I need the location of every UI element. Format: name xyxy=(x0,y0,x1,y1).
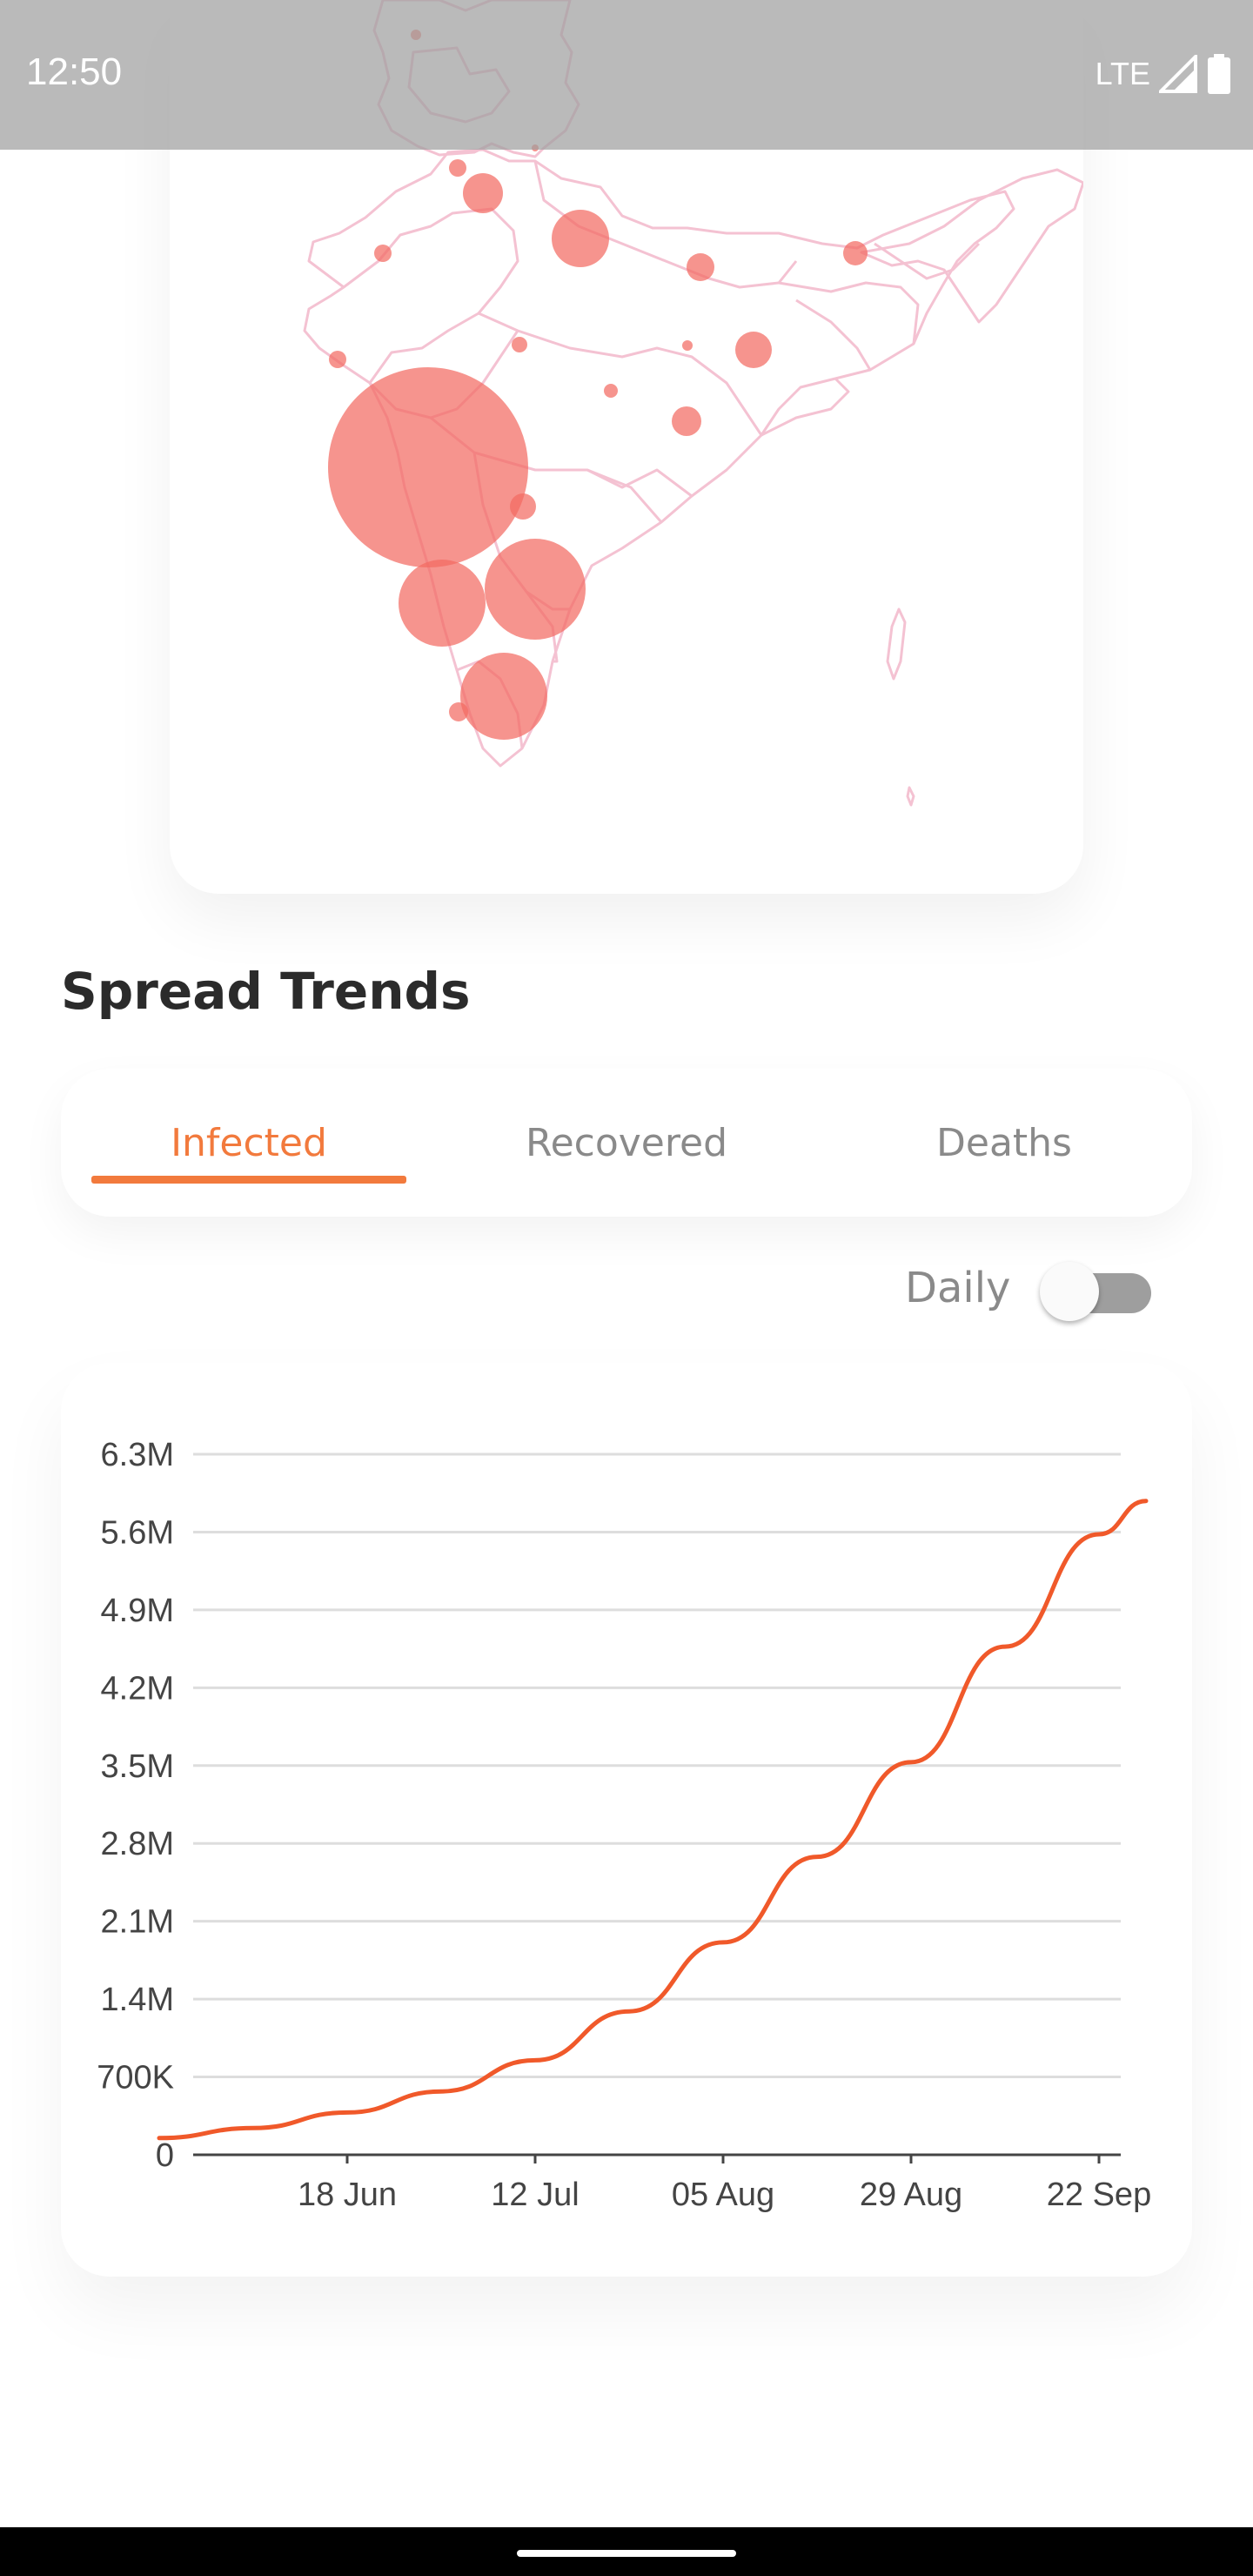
y-tick-label: 4.9M xyxy=(101,1593,174,1629)
border-nicobar xyxy=(906,786,915,807)
home-gesture-handle[interactable] xyxy=(517,2550,736,2557)
bubble-andhra-pradesh[interactable] xyxy=(485,539,586,640)
bubble-madhya-pradesh[interactable] xyxy=(512,337,527,352)
spread-trend-chart[interactable]: 0 700K 1.4M 2.1M 2.8M 3.5M 4.2M 4.9M 5.6M 6.3M 18 … xyxy=(61,1363,1192,2277)
section-title: Spread Trends xyxy=(61,962,471,1021)
status-icons: LTE xyxy=(1096,54,1232,94)
bubble-bihar[interactable] xyxy=(687,253,714,281)
chart-card: 0 700K 1.4M 2.1M 2.8M 3.5M 4.2M 4.9M 5.6M 6.3M 18 … xyxy=(61,1363,1192,2277)
bubble-maharashtra[interactable] xyxy=(328,367,528,567)
bubble-west-bengal[interactable] xyxy=(735,332,772,368)
y-tick-label: 3.5M xyxy=(101,1748,174,1785)
bubble-kerala[interactable] xyxy=(449,702,468,721)
trend-tabs: Infected Recovered Deaths xyxy=(61,1069,1192,1217)
y-tick-label: 0 xyxy=(156,2137,174,2174)
x-tick-label: 12 Jul xyxy=(491,2177,579,2213)
y-tick-label: 5.6M xyxy=(101,1514,174,1551)
daily-toggle[interactable] xyxy=(1040,1262,1155,1321)
border-andaman xyxy=(886,607,907,681)
x-tick-label: 05 Aug xyxy=(672,2177,774,2213)
y-tick-label: 2.1M xyxy=(101,1904,174,1941)
bubble-gujarat[interactable] xyxy=(329,351,346,368)
bubble-haryana[interactable] xyxy=(449,159,466,177)
bubble-telangana[interactable] xyxy=(510,493,536,520)
status-time: 12:50 xyxy=(26,50,123,93)
border-bihar xyxy=(778,281,920,345)
y-tick-label: 700K xyxy=(97,2060,174,2096)
network-type-label: LTE xyxy=(1095,56,1150,91)
border-telangana xyxy=(586,468,693,498)
tab-deaths[interactable]: Deaths xyxy=(847,1069,1162,1217)
bubble-tamil-nadu[interactable] xyxy=(460,653,547,740)
toggle-knob xyxy=(1040,1262,1099,1321)
x-tick-label: 18 Jun xyxy=(298,2177,397,2213)
bubble-jharkhand[interactable] xyxy=(682,340,693,351)
tab-infected[interactable]: Infected xyxy=(91,1069,406,1217)
x-tick-label: 22 Sep xyxy=(1047,2177,1151,2213)
y-tick-label: 2.8M xyxy=(101,1826,174,1862)
bubble-delhi[interactable] xyxy=(463,173,503,213)
bubble-chhattisgarh[interactable] xyxy=(604,384,618,398)
series-line-infected xyxy=(157,1499,1149,2141)
tab-recovered[interactable]: Recovered xyxy=(469,1069,784,1217)
bubble-assam[interactable] xyxy=(843,241,868,265)
y-tick-label: 4.2M xyxy=(101,1670,174,1707)
border-jharkhand xyxy=(795,299,872,371)
signal-icon xyxy=(1159,55,1197,93)
y-tick-label: 6.3M xyxy=(101,1437,174,1473)
battery-icon xyxy=(1208,54,1230,94)
y-tick-label: 1.4M xyxy=(101,1982,174,2018)
border-ne-inner xyxy=(874,242,981,280)
border-mp xyxy=(478,312,763,436)
active-tab-indicator xyxy=(91,1176,406,1184)
bubble-karnataka[interactable] xyxy=(399,560,486,647)
x-tick-label: 29 Aug xyxy=(860,2177,962,2213)
status-bar: 12:50 LTE xyxy=(0,0,1253,150)
bubble-punjab[interactable] xyxy=(374,245,392,262)
bubble-odisha[interactable] xyxy=(672,406,701,436)
border-rajasthan xyxy=(343,207,519,384)
daily-toggle-label: Daily xyxy=(905,1264,1011,1312)
bubble-uttar-pradesh[interactable] xyxy=(552,210,609,267)
